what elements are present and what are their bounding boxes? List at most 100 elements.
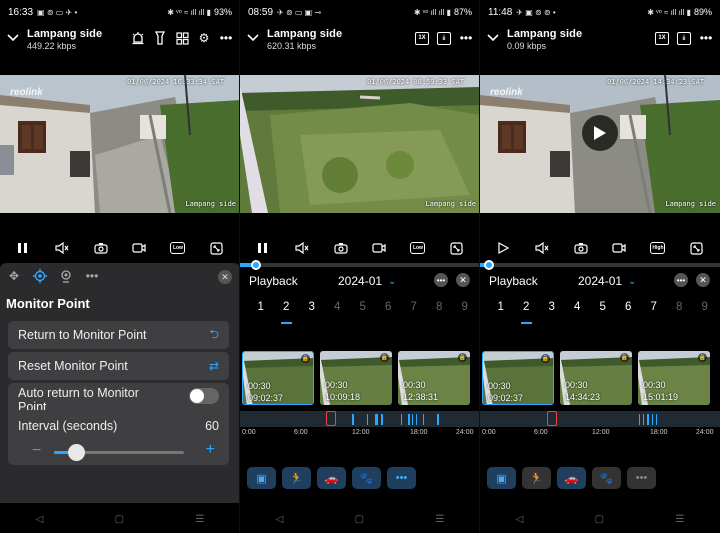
person-icon[interactable]: 🏃 <box>282 467 311 489</box>
recents-icon[interactable]: ☰ <box>195 514 204 525</box>
event-marker[interactable] <box>381 414 383 425</box>
playback-progress[interactable] <box>480 263 720 267</box>
home-icon[interactable]: ▢ <box>595 514 604 525</box>
play-overlay-button[interactable] <box>582 115 618 151</box>
gear-icon[interactable]: ⚙ <box>196 30 212 46</box>
pet-icon[interactable]: 🐾 <box>592 467 621 489</box>
timeline-cursor[interactable] <box>546 411 557 426</box>
event-marker[interactable] <box>652 414 654 425</box>
month-selector[interactable]: 2024-01 ⌄ <box>338 274 396 288</box>
back-icon[interactable]: ◁ <box>516 514 524 525</box>
event-marker[interactable] <box>416 414 418 425</box>
more-icon[interactable]: ••• <box>698 30 714 46</box>
lock-icon[interactable]: 🔒 <box>541 354 550 363</box>
clip-thumbnail[interactable]: 🔒 00:30 10:09:18 <box>320 351 392 405</box>
event-marker[interactable] <box>352 414 354 425</box>
event-marker[interactable] <box>647 414 649 425</box>
all-events-icon[interactable]: ▣ <box>487 467 516 489</box>
day-6[interactable]: 6 <box>376 301 402 321</box>
more-icon[interactable]: ••• <box>627 467 656 489</box>
playback-progress[interactable] <box>240 263 479 267</box>
reset-monitor-point-button[interactable]: Reset Monitor Point ⇄ <box>8 352 229 380</box>
event-marker[interactable] <box>437 414 439 425</box>
person-icon[interactable]: 🏃 <box>522 467 551 489</box>
lock-icon[interactable]: 🔒 <box>380 353 389 362</box>
day-4[interactable]: 4 <box>565 301 591 321</box>
record-icon[interactable] <box>370 239 388 257</box>
month-selector[interactable]: 2024-01 ⌄ <box>578 274 636 288</box>
day-9[interactable]: 9 <box>692 301 718 321</box>
day-3[interactable]: 3 <box>299 301 325 321</box>
more-icon[interactable]: ••• <box>434 273 448 287</box>
slider-handle[interactable] <box>68 444 86 461</box>
event-timeline[interactable] <box>240 411 479 427</box>
increase-interval-button[interactable]: + <box>206 442 215 458</box>
event-marker[interactable] <box>376 414 378 425</box>
lock-icon[interactable]: 🔒 <box>698 353 707 362</box>
pause-icon[interactable] <box>14 239 32 257</box>
playback-video[interactable]: 01/06/2024 08:59:33 SAT Lampang side <box>240 75 479 213</box>
chevron-down-icon[interactable] <box>487 32 499 44</box>
pet-icon[interactable]: 🐾 <box>352 467 381 489</box>
pause-icon[interactable] <box>254 239 272 257</box>
event-marker[interactable] <box>400 414 402 425</box>
day-9[interactable]: 9 <box>452 301 478 321</box>
preset-icon[interactable] <box>58 268 74 284</box>
clip-thumbnail[interactable]: 🔒 00:30 09:02:37 <box>242 351 314 405</box>
lock-icon[interactable]: 🔒 <box>301 354 310 363</box>
clip-thumbnail[interactable]: 🔒 00:30 14:34:23 <box>560 351 632 405</box>
clip-thumbnail[interactable]: 🔒 00:30 09:02:37 <box>482 351 554 405</box>
flashlight-icon[interactable] <box>152 30 168 46</box>
all-events-icon[interactable]: ▣ <box>247 467 276 489</box>
more-icon[interactable]: ••• <box>387 467 416 489</box>
close-icon[interactable]: ✕ <box>218 270 232 284</box>
quality-icon[interactable]: Low <box>409 239 427 257</box>
home-icon[interactable]: ▢ <box>115 514 124 525</box>
lock-icon[interactable]: 🔒 <box>620 353 629 362</box>
camera-name[interactable]: Lampang side <box>27 28 102 40</box>
chevron-down-icon[interactable] <box>247 32 259 44</box>
day-3[interactable]: 3 <box>539 301 565 321</box>
live-video[interactable]: reolink 01/06/2024 16:33:34 SAT Lampang … <box>0 75 239 213</box>
clip-thumbnail[interactable]: 🔒 00:30 12:38:31 <box>398 351 470 405</box>
clip-thumbnail[interactable]: 🔒 00:30 15:01:19 <box>638 351 710 405</box>
interval-slider[interactable] <box>54 444 184 461</box>
event-marker[interactable] <box>366 414 369 425</box>
mute-icon[interactable] <box>293 239 311 257</box>
camera-name[interactable]: Lampang side <box>267 28 342 40</box>
event-marker[interactable] <box>642 414 644 425</box>
day-2[interactable]: 2 <box>274 301 300 324</box>
event-marker[interactable] <box>412 414 414 425</box>
back-icon[interactable]: ◁ <box>276 514 284 525</box>
day-2[interactable]: 2 <box>514 301 540 324</box>
snapshot-icon[interactable] <box>572 239 590 257</box>
play-icon[interactable] <box>494 239 512 257</box>
snapshot-icon[interactable] <box>92 239 110 257</box>
download-icon[interactable]: ⤓ <box>436 30 452 46</box>
timeline-cursor[interactable] <box>326 411 336 426</box>
quality-icon[interactable]: Low <box>169 239 187 257</box>
day-5[interactable]: 5 <box>350 301 376 321</box>
event-marker[interactable] <box>656 414 658 425</box>
record-icon[interactable] <box>130 239 148 257</box>
auto-return-toggle[interactable] <box>189 388 219 404</box>
day-5[interactable]: 5 <box>590 301 616 321</box>
fullscreen-icon[interactable] <box>448 239 466 257</box>
recents-icon[interactable]: ☰ <box>675 514 684 525</box>
download-icon[interactable]: ⤓ <box>676 30 692 46</box>
day-7[interactable]: 7 <box>641 301 667 321</box>
day-6[interactable]: 6 <box>616 301 642 321</box>
more-icon[interactable]: ••• <box>218 30 234 46</box>
day-8[interactable]: 8 <box>667 301 693 321</box>
quality-icon[interactable]: High <box>649 239 667 257</box>
vehicle-icon[interactable]: 🚗 <box>317 467 346 489</box>
progress-handle[interactable] <box>484 260 495 270</box>
camera-name[interactable]: Lampang side <box>507 28 582 40</box>
day-4[interactable]: 4 <box>325 301 351 321</box>
lock-icon[interactable]: 🔒 <box>458 353 467 362</box>
mute-icon[interactable] <box>53 239 71 257</box>
more-icon[interactable]: ••• <box>458 30 474 46</box>
event-marker[interactable] <box>638 414 640 425</box>
day-1[interactable]: 1 <box>488 301 514 321</box>
close-icon[interactable]: ✕ <box>696 273 710 287</box>
